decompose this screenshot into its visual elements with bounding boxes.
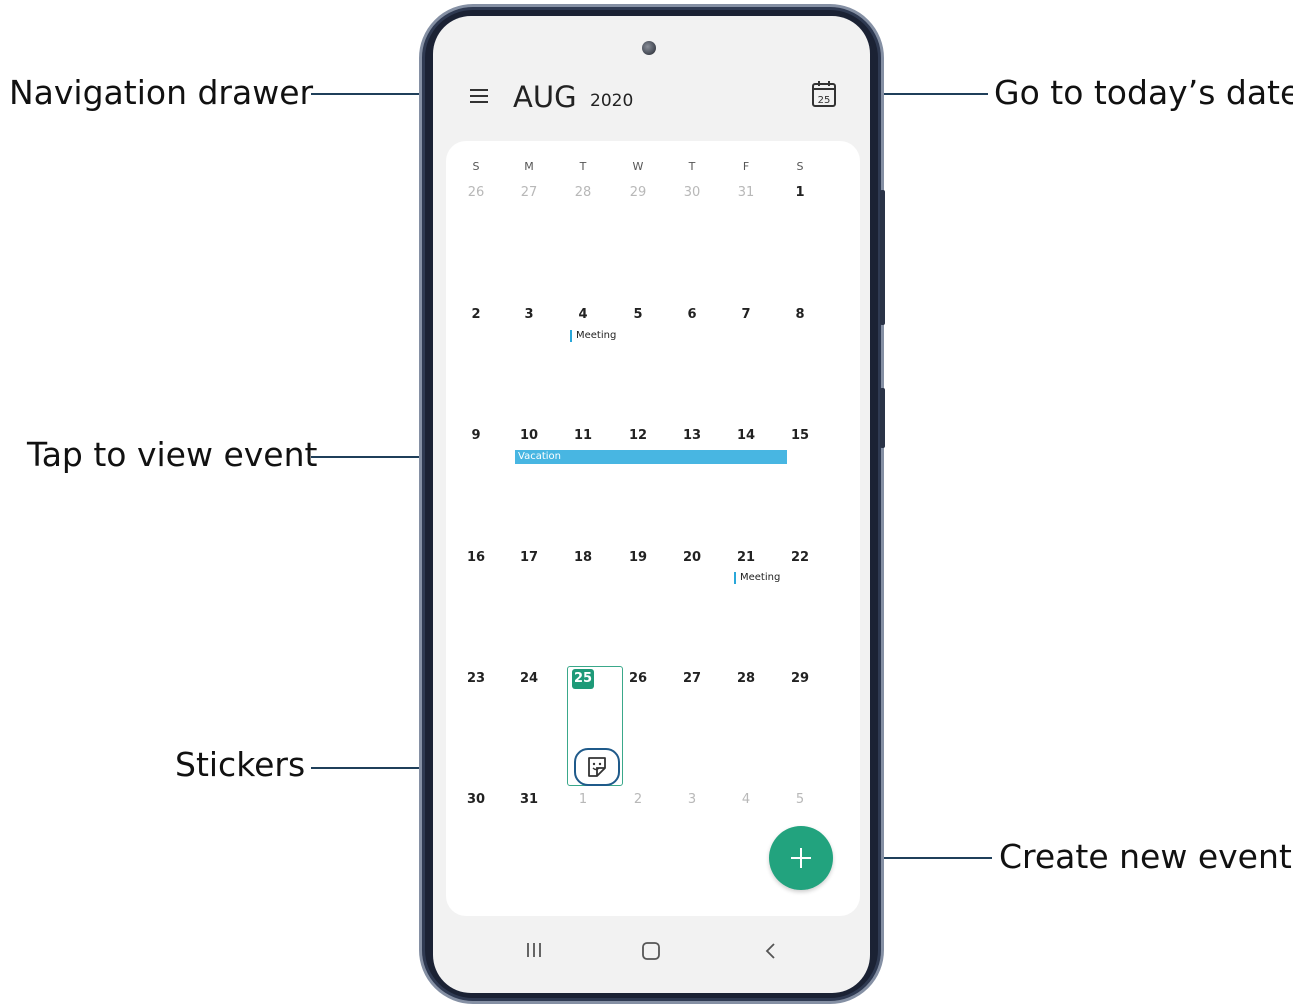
day-cell[interactable]: 5 bbox=[785, 792, 815, 807]
day-cell[interactable]: 27 bbox=[514, 185, 544, 200]
create-event-button[interactable] bbox=[769, 826, 833, 890]
day-cell[interactable]: 2 bbox=[623, 792, 653, 807]
callout-go-to-today: Go to today’s date bbox=[994, 73, 1293, 112]
day-cell[interactable]: 6 bbox=[677, 307, 707, 322]
day-cell[interactable]: 28 bbox=[731, 671, 761, 686]
power-button bbox=[880, 388, 885, 448]
weekday-label: T bbox=[579, 160, 587, 173]
day-cell[interactable]: 8 bbox=[785, 307, 815, 322]
day-cell[interactable]: 4 bbox=[568, 307, 598, 322]
calendar-header: AUG 2020 25 bbox=[433, 71, 870, 131]
day-cell[interactable]: 2 bbox=[461, 307, 491, 322]
day-cell[interactable]: 29 bbox=[785, 671, 815, 686]
hamburger-menu-icon[interactable] bbox=[467, 85, 491, 107]
weekday-label: F bbox=[742, 160, 750, 173]
weekday-label: S bbox=[472, 160, 480, 173]
day-cell[interactable]: 19 bbox=[623, 550, 653, 565]
day-cell[interactable]: 18 bbox=[568, 550, 598, 565]
event-meeting-aug4[interactable]: Meeting bbox=[570, 330, 616, 342]
day-cell[interactable]: 26 bbox=[461, 185, 491, 200]
day-cell[interactable]: 22 bbox=[785, 550, 815, 565]
day-cell[interactable]: 15 bbox=[785, 428, 815, 443]
day-cell[interactable]: 29 bbox=[623, 185, 653, 200]
callout-stickers: Stickers bbox=[175, 745, 306, 784]
day-cell[interactable]: 28 bbox=[568, 185, 598, 200]
day-cell[interactable]: 30 bbox=[461, 792, 491, 807]
day-cell[interactable]: 7 bbox=[731, 307, 761, 322]
weekday-label: W bbox=[632, 160, 644, 173]
day-cell[interactable]: 9 bbox=[461, 428, 491, 443]
weekday-label: M bbox=[524, 160, 534, 173]
home-icon[interactable] bbox=[641, 941, 661, 965]
weekday-label: S bbox=[796, 160, 804, 173]
callout-navigation-drawer: Navigation drawer bbox=[9, 73, 314, 112]
day-cell[interactable]: 23 bbox=[461, 671, 491, 686]
month-grid: SMTWTFS 26 27 28 29 30 31 1 2 3 4 5 6 7 8 9 10 11 12 13 14 1… bbox=[446, 141, 860, 916]
day-cell[interactable]: 31 bbox=[514, 792, 544, 807]
day-cell[interactable]: 21 bbox=[731, 550, 761, 565]
today-icon-day: 25 bbox=[818, 95, 831, 106]
sticker-button[interactable] bbox=[574, 748, 620, 786]
callout-create-new-event: Create new event bbox=[999, 837, 1292, 876]
sticker-icon bbox=[588, 757, 606, 777]
event-vacation[interactable]: Vacation bbox=[515, 450, 787, 464]
day-cell[interactable]: 31 bbox=[731, 185, 761, 200]
event-meeting-aug21[interactable]: Meeting bbox=[734, 572, 780, 584]
day-cell[interactable]: 13 bbox=[677, 428, 707, 443]
day-cell[interactable]: 26 bbox=[623, 671, 653, 686]
day-cell[interactable]: 20 bbox=[677, 550, 707, 565]
day-cell[interactable]: 11 bbox=[568, 428, 598, 443]
back-icon[interactable] bbox=[763, 941, 777, 965]
callout-tap-to-view-event: Tap to view event bbox=[27, 435, 318, 474]
day-cell[interactable]: 3 bbox=[677, 792, 707, 807]
day-cell[interactable]: 1 bbox=[785, 185, 815, 200]
day-cell[interactable]: 12 bbox=[623, 428, 653, 443]
month-title[interactable]: AUG bbox=[513, 80, 577, 114]
day-cell[interactable]: 10 bbox=[514, 428, 544, 443]
front-camera bbox=[642, 41, 656, 55]
day-cell[interactable]: 16 bbox=[461, 550, 491, 565]
volume-button bbox=[880, 190, 885, 325]
day-cell[interactable]: 30 bbox=[677, 185, 707, 200]
day-cell[interactable]: 3 bbox=[514, 307, 544, 322]
day-cell[interactable]: 17 bbox=[514, 550, 544, 565]
phone-screen: AUG 2020 25 SMTWTFS 26 27 28 29 30 31 1 2 3 4 5 6 7 8… bbox=[433, 16, 870, 993]
day-cell[interactable]: 1 bbox=[568, 792, 598, 807]
day-cell[interactable]: 4 bbox=[731, 792, 761, 807]
day-cell-today[interactable]: 25 bbox=[568, 671, 598, 686]
day-cell[interactable]: 14 bbox=[731, 428, 761, 443]
weekday-label: T bbox=[688, 160, 696, 173]
day-cell[interactable]: 5 bbox=[623, 307, 653, 322]
day-cell[interactable]: 27 bbox=[677, 671, 707, 686]
year-title: 2020 bbox=[590, 91, 634, 111]
calendar-today-icon[interactable]: 25 bbox=[811, 79, 837, 109]
recents-icon[interactable] bbox=[526, 941, 542, 963]
system-navigation-bar bbox=[433, 921, 870, 976]
day-cell[interactable]: 24 bbox=[514, 671, 544, 686]
